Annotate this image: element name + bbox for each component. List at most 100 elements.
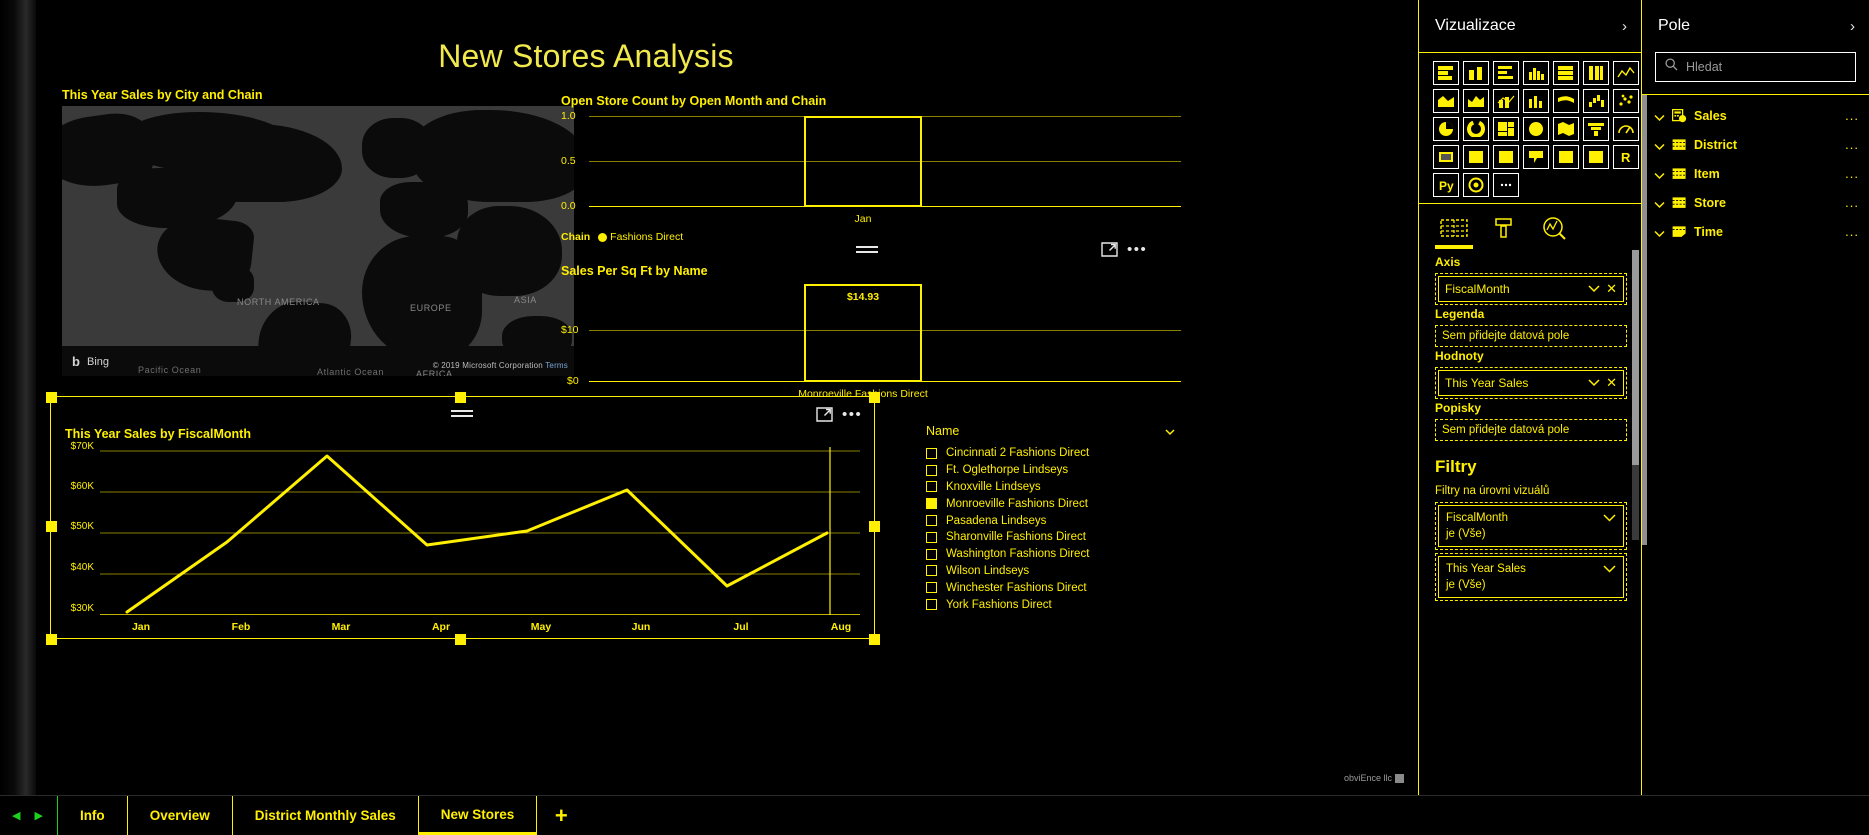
sidebar-item-store[interactable]: Store ... bbox=[1642, 188, 1869, 217]
checkbox-icon[interactable] bbox=[926, 565, 937, 577]
bar-jan[interactable] bbox=[804, 116, 922, 207]
row-menu-icon[interactable]: ... bbox=[1845, 225, 1859, 238]
scrollbar-thumb[interactable] bbox=[1632, 250, 1639, 465]
stacked-column-chart-icon[interactable] bbox=[1463, 61, 1489, 85]
row-menu-icon[interactable]: ... bbox=[1845, 167, 1859, 180]
checkbox-icon[interactable] bbox=[926, 447, 937, 459]
slicer-header[interactable]: Name bbox=[926, 424, 1176, 438]
line-visual-header[interactable]: ••• bbox=[816, 407, 862, 422]
more-options-icon[interactable]: ••• bbox=[842, 407, 862, 422]
fields-pane[interactable]: Pole › Hledat Sales ... District ... Ite… bbox=[1642, 0, 1869, 795]
this-year-sales-line-visual[interactable]: ••• This Year Sales by FiscalMonth $70K … bbox=[46, 392, 880, 645]
checkbox-icon-checked[interactable] bbox=[926, 498, 937, 510]
tab-overview[interactable]: Overview bbox=[127, 796, 233, 835]
table-icon[interactable] bbox=[1553, 145, 1579, 169]
remove-field-icon[interactable]: ✕ bbox=[1606, 282, 1617, 295]
legend-item-fashions-direct[interactable]: Fashions Direct bbox=[598, 231, 683, 243]
fields-search-wrap[interactable]: Hledat bbox=[1642, 52, 1869, 82]
waterfall-chart-icon[interactable] bbox=[1583, 89, 1609, 113]
slicer-icon[interactable] bbox=[1523, 145, 1549, 169]
filter-card-this-year-sales[interactable]: This Year Sales je (Vše) bbox=[1435, 553, 1627, 601]
open-store-count-chart[interactable]: Open Store Count by Open Month and Chain… bbox=[561, 94, 1181, 230]
resize-handle-bottom-center[interactable] bbox=[455, 634, 466, 645]
resize-handle-middle-right[interactable] bbox=[869, 521, 880, 532]
tab-new-stores[interactable]: New Stores bbox=[418, 796, 538, 835]
map-visual[interactable]: This Year Sales by City and Chain NORTH bbox=[62, 88, 574, 376]
checkbox-icon[interactable] bbox=[926, 531, 937, 543]
chevron-down-icon[interactable] bbox=[1654, 197, 1665, 209]
well-popisky[interactable]: Sem přidejte datová pole bbox=[1435, 419, 1627, 441]
remove-field-icon[interactable]: ✕ bbox=[1606, 376, 1617, 389]
card-icon[interactable] bbox=[1433, 145, 1459, 169]
list-item[interactable]: Cincinnati 2 Fashions Direct bbox=[926, 445, 1176, 462]
matrix-icon[interactable] bbox=[1583, 145, 1609, 169]
focus-mode-icon[interactable] bbox=[1101, 242, 1118, 257]
resize-handle-middle-left[interactable] bbox=[46, 521, 57, 532]
bing-map-image[interactable]: NORTH AMERICA EUROPE ASIA AFRICA SOUTH A… bbox=[62, 106, 574, 376]
visualizations-pane[interactable]: Vizualizace › R Py Axis FiscalMonth ✕ Le… bbox=[1418, 0, 1642, 795]
chevron-down-icon[interactable] bbox=[1588, 374, 1600, 392]
chevron-down-icon[interactable] bbox=[1654, 110, 1665, 122]
slicer-item-list[interactable]: Cincinnati 2 Fashions Direct Ft. Ogletho… bbox=[926, 445, 1176, 613]
well-axis[interactable]: FiscalMonth ✕ bbox=[1435, 273, 1627, 305]
line-stacked-column-icon[interactable] bbox=[1493, 89, 1519, 113]
filled-map-icon[interactable] bbox=[1523, 117, 1549, 141]
pie-chart-icon[interactable] bbox=[1433, 117, 1459, 141]
resize-handle-top-center[interactable] bbox=[455, 392, 466, 403]
resize-handle-top-left[interactable] bbox=[46, 392, 57, 403]
100-stacked-column-chart-icon[interactable] bbox=[1583, 61, 1609, 85]
sidebar-item-sales[interactable]: Sales ... bbox=[1642, 101, 1869, 130]
chevron-down-icon[interactable] bbox=[1654, 139, 1665, 151]
line-visual-drag-handle[interactable] bbox=[451, 410, 473, 420]
line-clustered-column-icon[interactable] bbox=[1523, 89, 1549, 113]
list-item[interactable]: Monroeville Fashions Direct bbox=[926, 495, 1176, 512]
checkbox-icon[interactable] bbox=[926, 548, 937, 560]
chevron-down-icon[interactable] bbox=[1588, 280, 1600, 298]
row-menu-icon[interactable]: ... bbox=[1845, 138, 1859, 151]
list-item[interactable]: Knoxville Lindseys bbox=[926, 479, 1176, 496]
list-item[interactable]: Sharonville Fashions Direct bbox=[926, 529, 1176, 546]
more-options-icon[interactable]: ••• bbox=[1127, 242, 1147, 257]
multi-row-card-icon[interactable] bbox=[1463, 145, 1489, 169]
list-item[interactable]: Ft. Oglethorpe Lindseys bbox=[926, 462, 1176, 479]
next-page-icon[interactable]: ▶ bbox=[34, 809, 42, 822]
chevron-down-icon[interactable] bbox=[1654, 226, 1665, 238]
list-item[interactable]: York Fashions Direct bbox=[926, 596, 1176, 613]
scrollbar-thumb[interactable] bbox=[1642, 95, 1647, 545]
treemap-icon[interactable] bbox=[1493, 117, 1519, 141]
list-item[interactable]: Pasadena Lindseys bbox=[926, 512, 1176, 529]
sidebar-item-district[interactable]: District ... bbox=[1642, 130, 1869, 159]
field-wells[interactable]: Axis FiscalMonth ✕ Legenda Sem přidejte … bbox=[1419, 243, 1641, 601]
tab-info[interactable]: Info bbox=[57, 796, 128, 835]
visual-drag-handle[interactable] bbox=[856, 246, 878, 256]
resize-handle-top-right[interactable] bbox=[869, 392, 880, 403]
chevron-right-icon[interactable]: › bbox=[1622, 18, 1627, 35]
kpi-icon[interactable] bbox=[1493, 145, 1519, 169]
report-canvas[interactable]: New Stores Analysis This Year Sales by C… bbox=[36, 0, 1418, 795]
checkbox-icon[interactable] bbox=[926, 515, 937, 527]
donut-chart-icon[interactable] bbox=[1463, 117, 1489, 141]
python-visual-icon[interactable]: Py bbox=[1433, 173, 1459, 197]
resize-handle-bottom-right[interactable] bbox=[869, 634, 880, 645]
well-legenda[interactable]: Sem přidejte datová pole bbox=[1435, 325, 1627, 347]
row-menu-icon[interactable]: ... bbox=[1845, 196, 1859, 209]
line-chart-icon[interactable] bbox=[1613, 61, 1639, 85]
100-stacked-bar-chart-icon[interactable] bbox=[1553, 61, 1579, 85]
chevron-down-icon[interactable] bbox=[1603, 561, 1616, 579]
checkbox-icon[interactable] bbox=[926, 481, 937, 493]
key-influencers-icon[interactable] bbox=[1463, 173, 1489, 197]
fields-pane-scrollbar[interactable] bbox=[1642, 95, 1647, 545]
sidebar-item-time[interactable]: Time ... bbox=[1642, 217, 1869, 246]
chevron-right-icon[interactable]: › bbox=[1850, 18, 1855, 35]
tab-district-monthly-sales[interactable]: District Monthly Sales bbox=[232, 796, 419, 835]
chevron-down-icon[interactable] bbox=[1654, 168, 1665, 180]
checkbox-icon[interactable] bbox=[926, 464, 937, 476]
filter-card-fiscalmonth[interactable]: FiscalMonth je (Vše) bbox=[1435, 502, 1627, 550]
checkbox-icon[interactable] bbox=[926, 582, 937, 594]
clustered-bar-chart-icon[interactable] bbox=[1493, 61, 1519, 85]
more-visuals-icon[interactable] bbox=[1493, 173, 1519, 197]
area-chart-icon[interactable] bbox=[1433, 89, 1459, 113]
fields-table-list[interactable]: Sales ... District ... Item ... Store ..… bbox=[1642, 95, 1869, 246]
page-tab-bar[interactable]: ◀ ▶ Info Overview District Monthly Sales… bbox=[0, 795, 1869, 835]
chevron-down-icon[interactable] bbox=[1603, 510, 1616, 528]
